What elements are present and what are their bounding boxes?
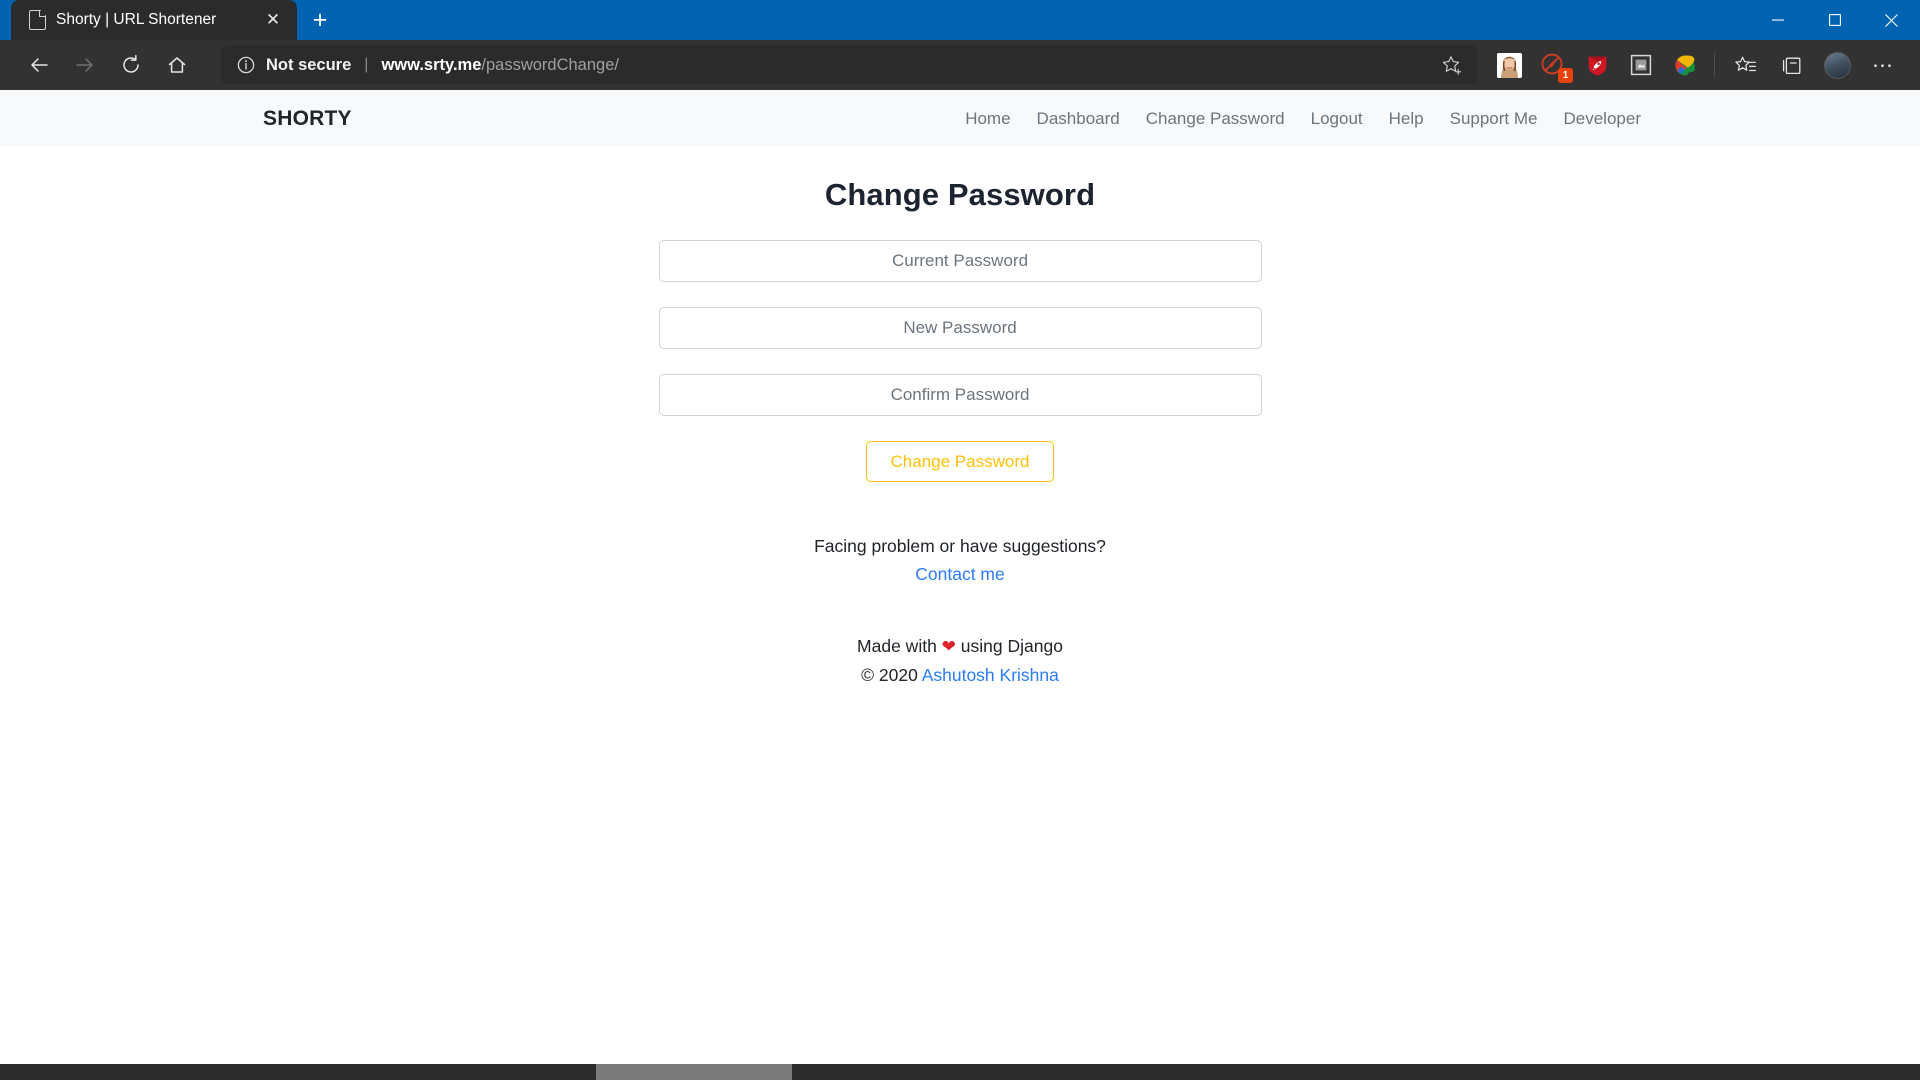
site-navbar: SHORTY Home Dashboard Change Password Lo… <box>0 90 1920 147</box>
document-icon <box>29 10 46 30</box>
made-with-line: Made with ❤ using Django <box>0 636 1920 657</box>
settings-and-more-button[interactable]: ⋯ <box>1860 45 1906 85</box>
home-icon[interactable] <box>154 45 200 85</box>
new-password-input[interactable]: New Password <box>658 307 1262 349</box>
browser-tab[interactable]: Shorty | URL Shortener ✕ <box>11 0 297 40</box>
browser-window: Shorty | URL Shortener ✕ + Not secure | … <box>0 0 1920 1080</box>
address-bar[interactable]: Not secure | www.srty.me/passwordChange/ <box>222 46 1477 84</box>
forward-arrow-icon[interactable] <box>62 45 108 85</box>
avatar <box>1823 51 1851 79</box>
favorites-list-icon[interactable] <box>1722 45 1768 85</box>
extension-icons: 1 <box>1487 45 1707 85</box>
window-controls <box>1749 0 1920 40</box>
site-brand-logo[interactable]: SHORTY <box>263 107 352 131</box>
submit-row: Change Password <box>659 441 1262 482</box>
browser-toolbar: Not secure | www.srty.me/passwordChange/ <box>0 40 1920 90</box>
maximize-icon[interactable] <box>1806 0 1863 40</box>
avatar-image-icon <box>1496 52 1522 78</box>
page-footer: Facing problem or have suggestions? Cont… <box>0 536 1920 686</box>
current-password-input[interactable]: Current Password <box>658 240 1262 282</box>
browser-title-bar: Shorty | URL Shortener ✕ + <box>0 0 1920 40</box>
author-link[interactable]: Ashutosh Krishna <box>922 665 1059 685</box>
main-content: Change Password Current Password New Pas… <box>0 147 1920 686</box>
nav-link-support-me[interactable]: Support Me <box>1437 101 1551 137</box>
extension-badge-count: 1 <box>1558 68 1573 83</box>
url-host: www.srty.me <box>381 55 482 74</box>
taskbar <box>0 1064 1920 1080</box>
security-status-label: Not secure <box>266 55 352 74</box>
nav-link-developer[interactable]: Developer <box>1551 101 1655 137</box>
address-bar-separator: | <box>364 56 369 73</box>
nav-link-help[interactable]: Help <box>1376 101 1437 137</box>
confirm-password-input[interactable]: Confirm Password <box>658 374 1262 416</box>
adblock-extension[interactable]: 1 <box>1531 45 1575 85</box>
add-favorite-star-icon[interactable] <box>1435 48 1469 82</box>
page-viewport: SHORTY Home Dashboard Change Password Lo… <box>0 90 1920 1064</box>
address-bar-url[interactable]: www.srty.me/passwordChange/ <box>381 56 619 75</box>
made-prefix: Made with <box>857 636 942 656</box>
screenshot-extension[interactable] <box>1619 45 1663 85</box>
reload-icon[interactable] <box>108 45 154 85</box>
change-password-submit-button[interactable]: Change Password <box>865 441 1055 482</box>
taskbar-active-segment <box>596 1064 792 1080</box>
current-password-placeholder: Current Password <box>891 251 1029 270</box>
made-suffix: using Django <box>955 636 1063 656</box>
back-arrow-icon[interactable] <box>16 45 62 85</box>
color-picker-extension[interactable] <box>1663 45 1707 85</box>
profile-avatar-extension[interactable] <box>1487 45 1531 85</box>
shield-rocket-extension[interactable] <box>1575 45 1619 85</box>
confirm-password-placeholder: Confirm Password <box>890 385 1030 404</box>
nav-link-dashboard[interactable]: Dashboard <box>1024 101 1133 137</box>
nav-link-logout[interactable]: Logout <box>1298 101 1376 137</box>
tab-title: Shorty | URL Shortener <box>56 11 217 28</box>
contact-me-link[interactable]: Contact me <box>0 564 1920 585</box>
copyright-line: © 2020 Ashutosh Krishna <box>0 665 1920 686</box>
nav-link-change-password[interactable]: Change Password <box>1133 101 1298 137</box>
footer-question: Facing problem or have suggestions? <box>814 536 1106 556</box>
copyright-text: © 2020 <box>861 665 922 685</box>
change-password-form: Current Password New Password Confirm Pa… <box>658 240 1262 482</box>
heart-icon: ❤ <box>941 637 956 656</box>
user-profile-icon[interactable] <box>1814 45 1860 85</box>
collections-icon[interactable] <box>1768 45 1814 85</box>
close-icon[interactable] <box>1863 0 1920 40</box>
new-tab-button[interactable]: + <box>303 3 337 37</box>
page-title: Change Password <box>824 177 1096 212</box>
minimize-icon[interactable] <box>1749 0 1806 40</box>
toolbar-divider <box>1714 53 1715 77</box>
nav-link-home[interactable]: Home <box>952 101 1023 137</box>
site-nav-links: Home Dashboard Change Password Logout He… <box>952 101 1654 137</box>
new-password-placeholder: New Password <box>903 318 1017 337</box>
tab-close-icon[interactable]: ✕ <box>259 6 287 34</box>
url-path: /passwordChange/ <box>481 55 619 74</box>
info-circle-icon[interactable] <box>236 55 256 75</box>
